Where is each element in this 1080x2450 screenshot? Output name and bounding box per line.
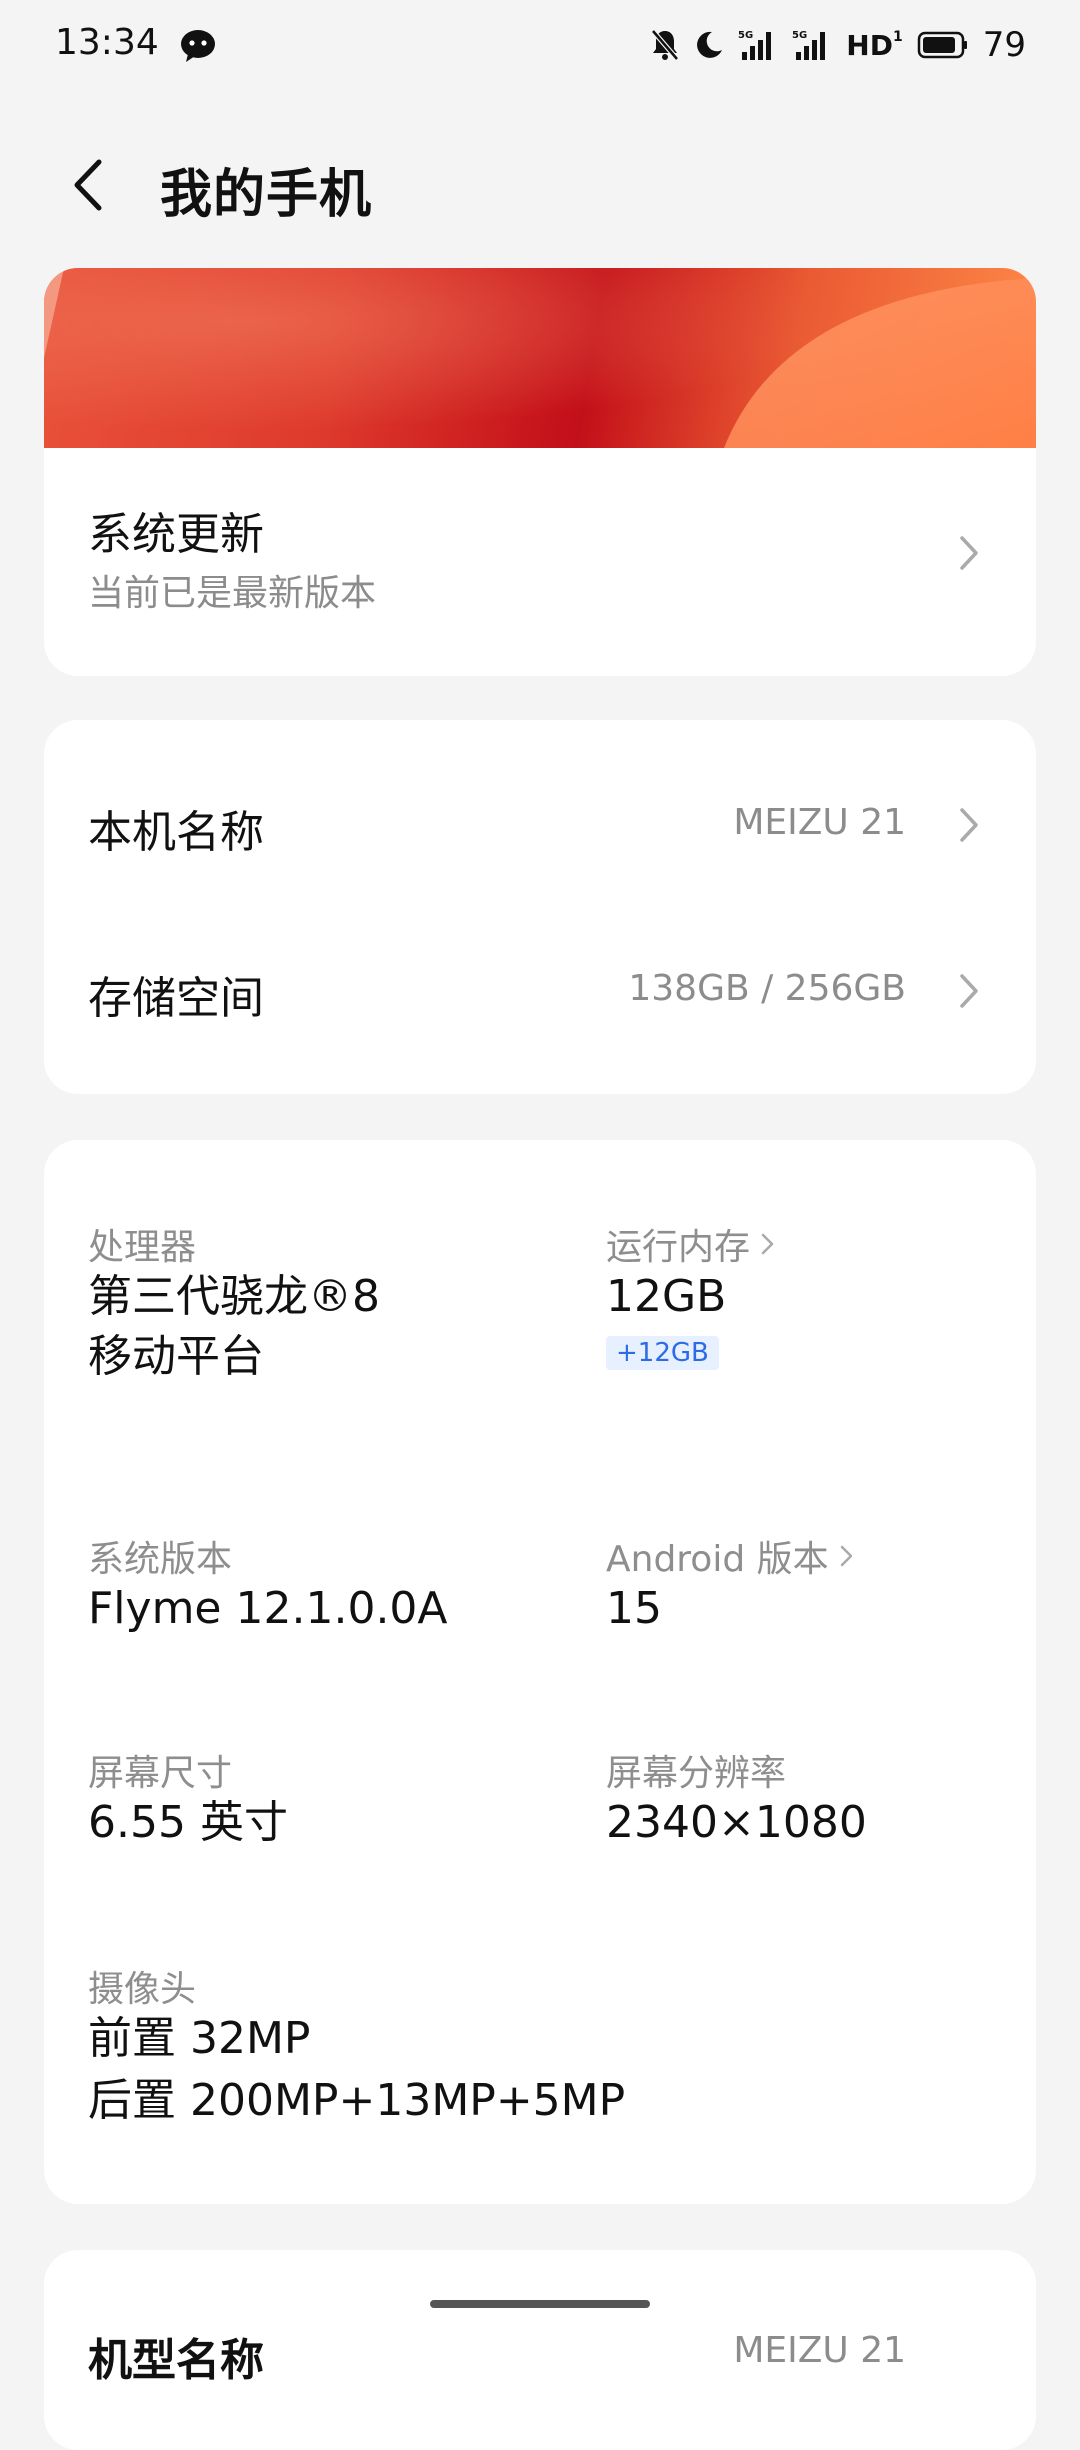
screen-size-label: 屏幕尺寸 [88, 1753, 233, 1794]
status-bar: 13:34 5G 5G HD1 79 [0, 0, 1080, 90]
processor-value-line2: 移动平台 [88, 1331, 264, 1382]
os-version-label: 系统版本 [88, 1539, 233, 1580]
page-title: 我的手机 [160, 165, 373, 225]
ram-extension-badge: +12GB [606, 1336, 719, 1370]
signal-5g-2-icon: 5G [792, 28, 832, 62]
svg-text:5G: 5G [792, 30, 807, 41]
battery-level: 79 [982, 25, 1026, 65]
chevron-right-icon [960, 536, 978, 570]
system-update-card[interactable]: 系统更新 当前已是最新版本 [44, 268, 1036, 676]
camera-label: 摄像头 [88, 1969, 197, 2010]
svg-text:5G: 5G [738, 30, 753, 41]
processor-label: 处理器 [88, 1227, 197, 1268]
wechat-notification-icon [178, 26, 218, 66]
device-banner-image [44, 268, 1036, 448]
specs-card: 处理器 第三代骁龙®8 移动平台 运行内存 12GB +12GB 系统版本 Fl… [44, 1140, 1036, 2204]
system-update-status: 当前已是最新版本 [88, 573, 377, 614]
model-name-card[interactable]: 机型名称 MEIZU 21 [44, 2250, 1036, 2450]
device-info-card: 本机名称 MEIZU 21 存储空间 138GB / 256GB [44, 720, 1036, 1094]
model-name-value: MEIZU 21 [733, 2330, 906, 2371]
mute-bell-icon [650, 28, 680, 62]
camera-rear-value: 后置 200MP+13MP+5MP [88, 2075, 626, 2126]
storage-label: 存储空间 [88, 973, 264, 1024]
chevron-right-icon [960, 808, 978, 842]
back-button[interactable] [58, 150, 118, 220]
ram-value: 12GB [606, 1271, 727, 1322]
hd-voice-icon: HD1 [846, 28, 903, 62]
ram-label-link[interactable]: 运行内存 [606, 1218, 776, 1270]
device-name-label: 本机名称 [88, 807, 264, 858]
signal-5g-1-icon: 5G [738, 28, 778, 62]
ram-label: 运行内存 [606, 1227, 751, 1268]
resolution-label: 屏幕分辨率 [606, 1753, 787, 1794]
chevron-right-icon [960, 974, 978, 1008]
storage-row[interactable]: 存储空间 138GB / 256GB [44, 890, 1036, 1090]
device-name-value: MEIZU 21 [733, 802, 906, 843]
android-version-label: Android 版本 [606, 1539, 829, 1580]
system-update-title: 系统更新 [88, 509, 264, 560]
battery-icon [917, 30, 969, 60]
storage-value: 138GB / 256GB [628, 968, 906, 1009]
header: 我的手机 [0, 130, 1080, 240]
android-version-value: 15 [606, 1583, 662, 1634]
screen-size-value: 6.55 英寸 [88, 1797, 288, 1848]
camera-front-value: 前置 32MP [88, 2013, 311, 2064]
home-indicator[interactable] [430, 2300, 650, 2308]
back-arrow-icon [74, 159, 102, 211]
processor-value-line1: 第三代骁龙®8 [88, 1271, 380, 1322]
chevron-right-icon [840, 1545, 852, 1567]
do-not-disturb-moon-icon [694, 30, 724, 60]
os-version-value: Flyme 12.1.0.0A [88, 1583, 448, 1634]
status-time: 13:34 [55, 22, 159, 63]
resolution-value: 2340×1080 [606, 1797, 867, 1848]
model-name-label: 机型名称 [88, 2335, 264, 2386]
status-icons: 5G 5G HD1 79 [650, 22, 1026, 68]
chevron-right-icon [761, 1233, 774, 1255]
android-version-link[interactable]: Android 版本 [606, 1530, 855, 1582]
